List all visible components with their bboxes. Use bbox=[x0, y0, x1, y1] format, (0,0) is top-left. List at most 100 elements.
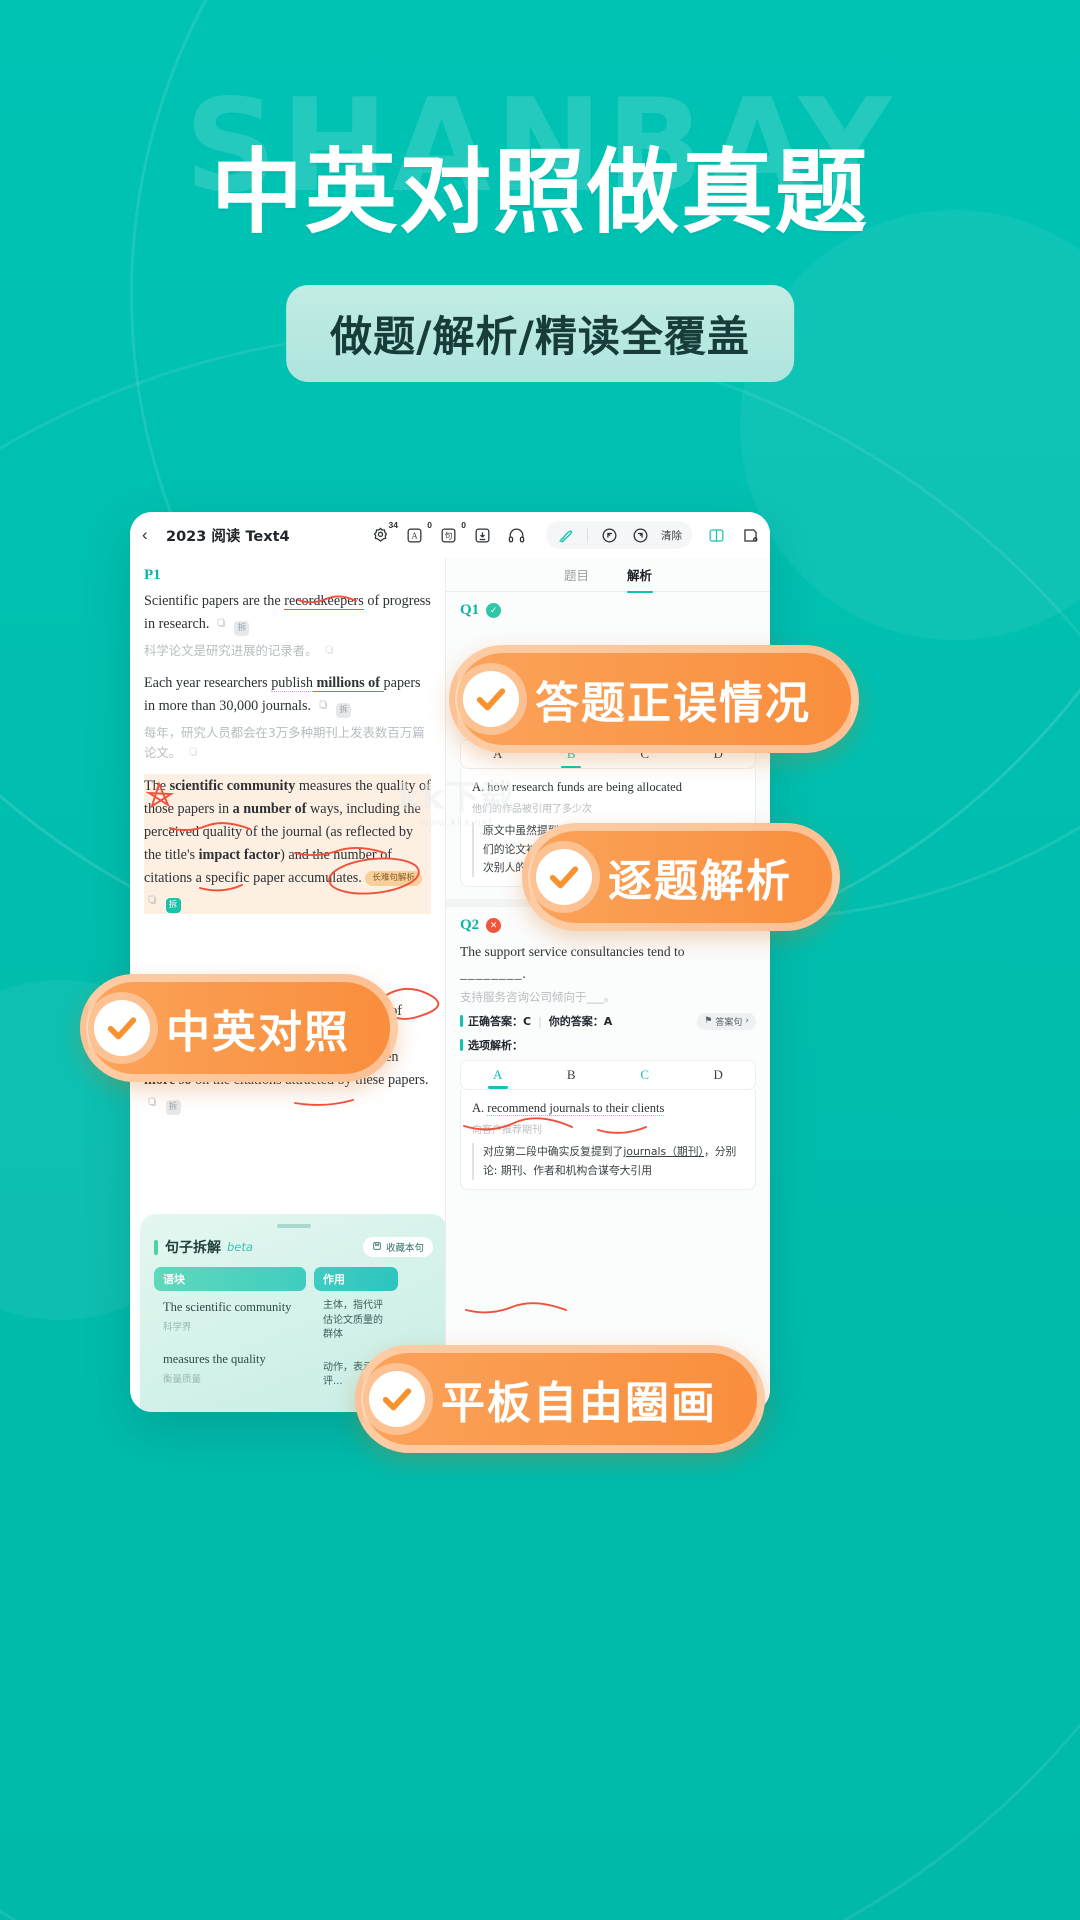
table-row: measures the quality 衡量质量 bbox=[154, 1341, 306, 1393]
annotation-tool-group: 清除 bbox=[546, 521, 692, 549]
option-detail-q2: A. recommend journals to their clients 向… bbox=[460, 1089, 756, 1190]
page-title: 中英对照做真题 bbox=[210, 139, 869, 246]
svg-text:句: 句 bbox=[444, 530, 452, 540]
correct-answer-label: 正确答案： bbox=[468, 1015, 523, 1029]
wrong-cross-icon: ✕ bbox=[486, 918, 502, 934]
copy-icon[interactable] bbox=[188, 744, 200, 756]
check-circle-icon bbox=[369, 1371, 425, 1427]
option-en-text: recommend journals to their clients bbox=[487, 1100, 665, 1116]
undo-icon[interactable] bbox=[599, 525, 619, 545]
font-size-icon[interactable]: A 0 bbox=[404, 520, 432, 545]
callout-answer-status: 答题正误情况 bbox=[449, 645, 859, 753]
callout-label: 平板自由圈画 bbox=[441, 1378, 717, 1429]
reader-highlighted-sentence[interactable]: The scientific community measures the qu… bbox=[144, 773, 431, 914]
question-number: Q1 bbox=[460, 602, 480, 618]
favorite-label: 收藏本句 bbox=[385, 1243, 424, 1254]
option-tab-d[interactable]: D bbox=[682, 1061, 756, 1089]
option-text-en: A. recommend journals to their clients bbox=[472, 1099, 744, 1118]
tab-explanations[interactable]: 解析 bbox=[627, 565, 652, 584]
answer-sentence-button[interactable]: ⚑ 答案句 › bbox=[697, 1012, 756, 1030]
chunk-en: measures the quality bbox=[163, 1351, 266, 1366]
your-answer-label: 你的答案： bbox=[548, 1015, 604, 1029]
chunk-zh: 衡量质量 bbox=[163, 1373, 202, 1385]
option-letter: A. bbox=[472, 1100, 488, 1115]
reader-sentence-1[interactable]: Scientific papers are the recordkeepers … bbox=[144, 590, 431, 636]
option-tab-b[interactable]: B bbox=[535, 1061, 609, 1089]
dotted-underline-word: publish bbox=[271, 674, 313, 692]
split-sentence-button[interactable]: 拆 bbox=[234, 621, 250, 636]
tab-questions[interactable]: 题目 bbox=[564, 565, 589, 584]
stem-blank: ________. bbox=[460, 966, 527, 982]
callout-bilingual: 中英对照 bbox=[80, 974, 398, 1082]
marker-pen-icon[interactable] bbox=[556, 525, 576, 545]
document-title: 2023 阅读 Text4 bbox=[166, 528, 290, 545]
option-tab-c[interactable]: C bbox=[608, 1061, 682, 1089]
hero-subtitle-pill: 做题/解析/精读全覆盖 bbox=[286, 285, 794, 382]
check-circle-icon bbox=[536, 849, 592, 905]
option-tabs-q2: A B C D bbox=[460, 1059, 756, 1090]
split-view-icon[interactable] bbox=[706, 525, 726, 545]
translate-icon[interactable]: 句 0 bbox=[438, 520, 466, 545]
question-number: Q2 bbox=[460, 917, 480, 934]
split-sentence-button[interactable]: 拆 bbox=[165, 1099, 181, 1115]
back-icon[interactable]: ‹ bbox=[142, 525, 160, 545]
badge-count: 0 bbox=[461, 520, 466, 530]
app-toolbar: ‹ 2023 阅读 Text4 34 A 0 句 0 清除 bbox=[130, 512, 770, 558]
panel-tabs: 题目 解析 bbox=[446, 558, 770, 592]
download-icon[interactable] bbox=[472, 525, 492, 545]
correct-answer-value: C bbox=[523, 1014, 532, 1028]
drag-handle[interactable] bbox=[276, 1224, 311, 1228]
svg-text:A: A bbox=[410, 531, 417, 540]
badge-count: 0 bbox=[427, 520, 432, 530]
explanation-pre: 对应第二段中确实反复提到了 bbox=[483, 1145, 624, 1159]
redo-icon[interactable] bbox=[630, 525, 650, 545]
column-header-chunk: 语块 bbox=[154, 1267, 306, 1291]
chunk-en: The scientific community bbox=[163, 1300, 292, 1314]
reader-sentence-2[interactable]: Each year researchers publish millions o… bbox=[144, 672, 431, 718]
callout-per-question-analysis: 逐题解析 bbox=[522, 823, 840, 931]
flag-icon: ⚑ bbox=[704, 1016, 713, 1027]
flag-label: 答案句 bbox=[715, 1017, 743, 1028]
note-card-icon[interactable] bbox=[740, 525, 760, 545]
option-text-en: A. how research funds are being allocate… bbox=[472, 778, 744, 797]
answer-summary-row-q2: 正确答案： C | 你的答案： A ⚑ 答案句 › bbox=[460, 1012, 756, 1030]
column-header-role: 作用 bbox=[314, 1267, 398, 1291]
question-block-q2: Q2 ✕ The support service consultancies t… bbox=[446, 907, 770, 1190]
copy-icon[interactable] bbox=[216, 614, 228, 627]
bold-phrase: millions of bbox=[312, 674, 384, 692]
your-answer-value: A bbox=[603, 1014, 613, 1028]
copy-icon[interactable] bbox=[147, 1093, 159, 1106]
sentence-text: The bbox=[144, 777, 170, 794]
beta-tag: beta bbox=[227, 1240, 253, 1254]
headphones-icon[interactable] bbox=[506, 525, 526, 545]
question-stem-en: The support service consultancies tend t… bbox=[460, 941, 756, 985]
translation-text: 科学论文是研究进展的记录者。 bbox=[144, 643, 318, 658]
sentence-text: Scientific papers are the bbox=[144, 593, 285, 609]
option-tab-a[interactable]: A bbox=[461, 1061, 535, 1089]
reader-translation-2: 每年，研究人员都会在3万多种期刊上发表数百万篇论文。 bbox=[144, 723, 431, 763]
badge-count: 34 bbox=[388, 520, 398, 530]
long-sentence-analysis-button[interactable]: 长难句解析 bbox=[365, 870, 422, 887]
copy-icon[interactable] bbox=[324, 642, 336, 654]
table-row: 主体，指代评估论文质量的群体 bbox=[314, 1291, 398, 1351]
clear-annotations-button[interactable]: 清除 bbox=[661, 528, 682, 543]
copy-icon[interactable] bbox=[147, 891, 159, 904]
badge-star-icon[interactable]: 34 bbox=[370, 520, 398, 545]
favorite-sentence-button[interactable]: 收藏本句 bbox=[362, 1237, 433, 1257]
split-sentence-button-active[interactable]: 拆 bbox=[165, 897, 181, 913]
table-row: The scientific community 科学界 bbox=[154, 1291, 306, 1341]
role-text: 主体，指代评估论文质量的群体 bbox=[323, 1300, 383, 1340]
copy-icon[interactable] bbox=[318, 696, 330, 709]
callout-label: 中英对照 bbox=[166, 1007, 350, 1058]
callout-label: 答题正误情况 bbox=[535, 678, 811, 729]
option-text-zh: 他们的作品被引用了多少次 bbox=[472, 804, 592, 816]
split-sentence-button[interactable]: 拆 bbox=[336, 702, 352, 718]
chevron-right-icon: › bbox=[745, 1016, 749, 1027]
option-analysis-label: 选项解析： bbox=[468, 1038, 523, 1052]
callout-free-annotation: 平板自由圈画 bbox=[355, 1345, 765, 1453]
option-explanation-q2: 对应第二段中确实反复提到了journals（期刊），分别论: 期刊、作者和机构合… bbox=[472, 1143, 744, 1180]
explanation-keyword: journals（期刊） bbox=[623, 1145, 704, 1159]
ink-underline-1: recordkeepers bbox=[284, 593, 364, 610]
correct-check-icon: ✓ bbox=[486, 603, 502, 618]
check-circle-icon bbox=[94, 1000, 150, 1056]
